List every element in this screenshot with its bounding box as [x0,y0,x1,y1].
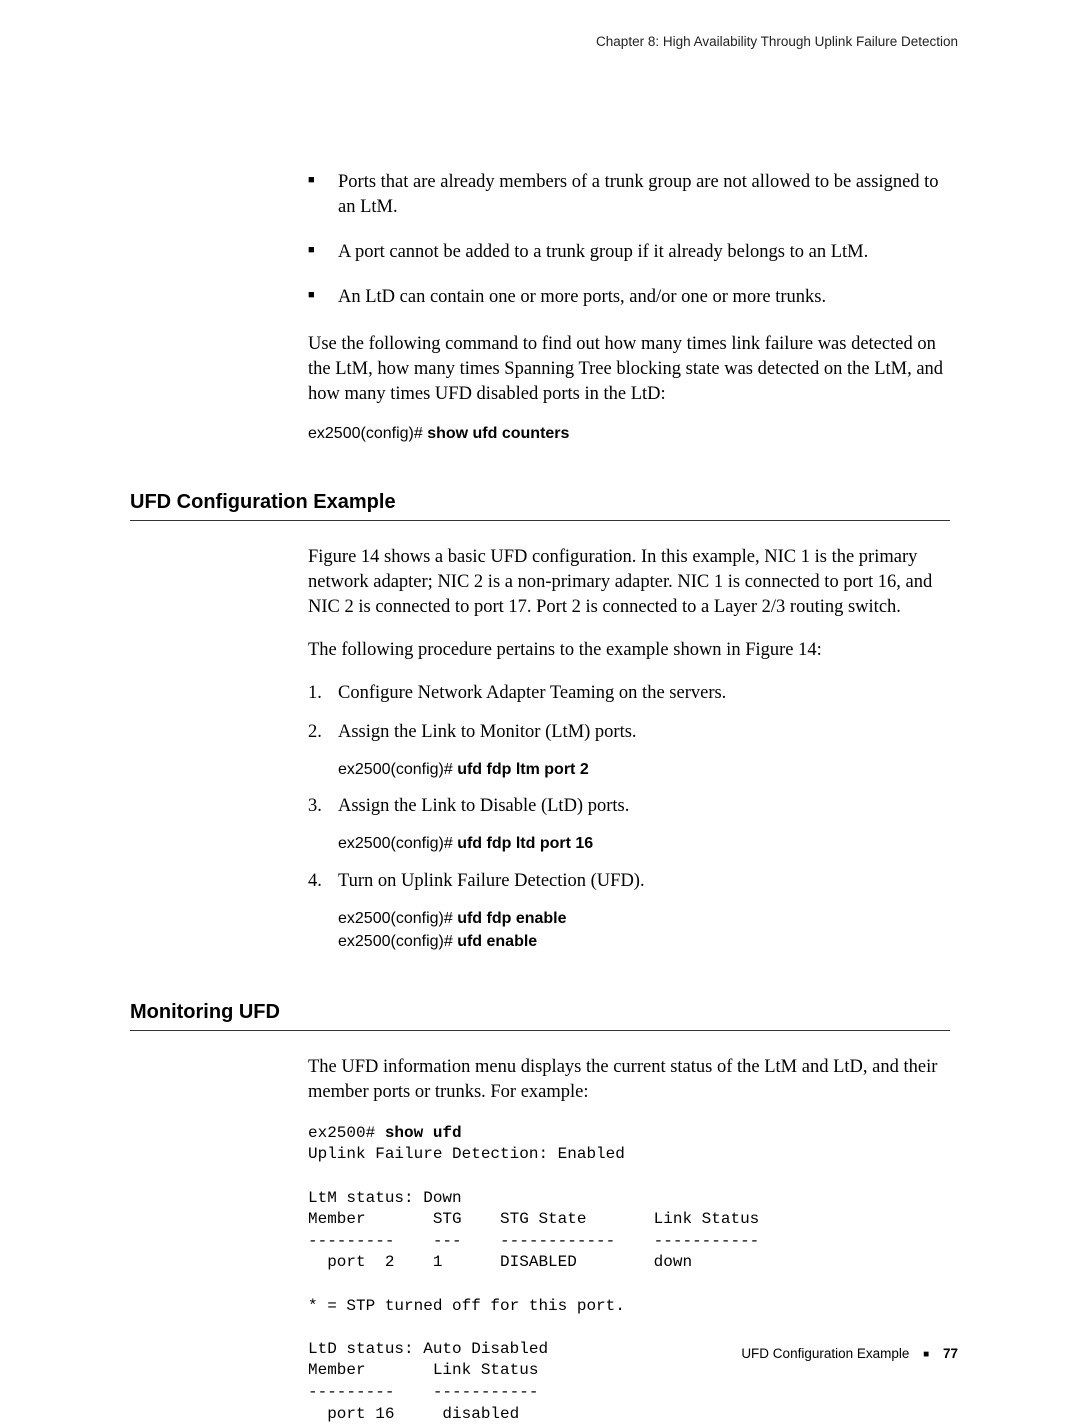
command-line: ex2500(config)# show ufd counters [308,425,955,443]
step-item: Configure Network Adapter Teaming on the… [308,681,955,706]
footer-label: UFD Configuration Example [741,1346,909,1361]
cli-command: show ufd [385,1124,462,1142]
bullet-item: A port cannot be added to a trunk group … [308,240,955,265]
command-line: ex2500(config)# ufd fdp enable [338,908,955,930]
content-area: Ports that are already members of a trun… [130,170,955,1425]
command-line: ex2500(config)# ufd fdp ltd port 16 [338,833,955,855]
step-text: Turn on Uplink Failure Detection (UFD). [338,871,645,891]
bullet-item: An LtD can contain one or more ports, an… [308,285,955,310]
command-bold: ufd fdp enable [457,910,566,927]
bullet-item: Ports that are already members of a trun… [308,170,955,220]
command-bold: ufd fdp ltd port 16 [457,835,593,852]
step-text: Configure Network Adapter Teaming on the… [338,683,726,703]
page: Chapter 8: High Availability Through Upl… [0,0,1080,1397]
command-line: ex2500(config)# ufd enable [338,931,955,953]
command-prompt: ex2500(config)# [308,425,427,442]
step-text: Assign the Link to Monitor (LtM) ports. [338,722,637,742]
command-prompt: ex2500(config)# [338,835,457,852]
command-prompt: ex2500(config)# [338,910,457,927]
command-bold: ufd fdp ltm port 2 [457,761,589,778]
command-prompt: ex2500(config)# [338,933,457,950]
intro-bullet-list: Ports that are already members of a trun… [308,170,955,310]
cli-body: Uplink Failure Detection: Enabled LtM st… [308,1145,759,1422]
section1-body: Figure 14 shows a basic UFD configuratio… [308,545,955,953]
cli-prompt: ex2500# [308,1124,385,1142]
section-heading-monitoring: Monitoring UFD [130,1001,950,1031]
intro-paragraph: Use the following command to find out ho… [308,332,955,407]
step-text: Assign the Link to Disable (LtD) ports. [338,796,629,816]
command-line: ex2500(config)# ufd fdp ltm port 2 [338,759,955,781]
section-heading-ufd-config: UFD Configuration Example [130,491,950,521]
step-item: Assign the Link to Monitor (LtM) ports. … [308,720,955,781]
command-prompt: ex2500(config)# [338,761,457,778]
steps-list: Configure Network Adapter Teaming on the… [308,681,955,953]
intro-block: Ports that are already members of a trun… [308,170,955,443]
cli-output: ex2500# show ufd Uplink Failure Detectio… [308,1123,955,1425]
command-bold: show ufd counters [427,425,569,442]
step-item: Assign the Link to Disable (LtD) ports. … [308,794,955,855]
footer-square-icon: ■ [923,1349,929,1360]
page-footer: UFD Configuration Example ■ 77 [741,1346,958,1361]
section1-para1: Figure 14 shows a basic UFD configuratio… [308,545,955,620]
section2-para: The UFD information menu displays the cu… [308,1055,955,1105]
step-item: Turn on Uplink Failure Detection (UFD). … [308,869,955,953]
section2-body: The UFD information menu displays the cu… [308,1055,955,1425]
chapter-header: Chapter 8: High Availability Through Upl… [596,34,958,49]
command-bold: ufd enable [457,933,537,950]
section1-para2: The following procedure pertains to the … [308,638,955,663]
footer-page-number: 77 [943,1346,958,1361]
